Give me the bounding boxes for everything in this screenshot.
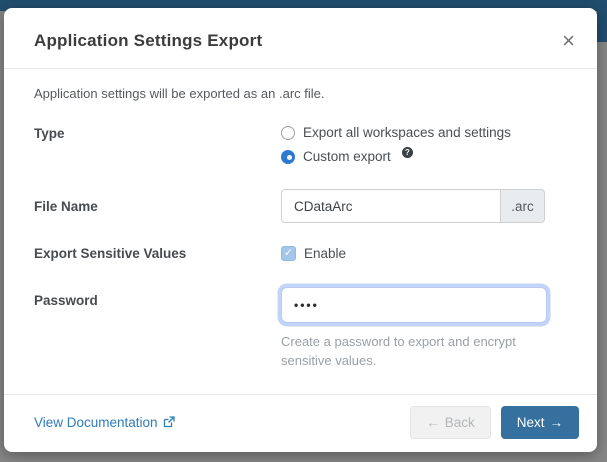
radio-checked-icon[interactable]: [281, 150, 295, 164]
type-radio-group: Export all workspaces and settings Custo…: [281, 125, 511, 164]
modal-title: Application Settings Export: [34, 31, 262, 51]
close-icon[interactable]: ×: [562, 33, 575, 49]
next-button-label: Next: [517, 415, 545, 430]
file-name-input-group: .arc: [281, 189, 545, 223]
radio-custom-export-label[interactable]: Custom export: [303, 149, 391, 164]
file-extension-addon: .arc: [501, 189, 545, 223]
type-label: Type: [34, 125, 281, 141]
enable-checkbox-label[interactable]: Enable: [304, 246, 346, 261]
back-button[interactable]: ← Back: [410, 406, 491, 439]
file-name-input[interactable]: [281, 189, 501, 223]
sensitive-values-row: Export Sensitive Values ✓ Enable: [34, 246, 571, 261]
next-arrow-icon: →: [550, 415, 564, 430]
type-row: Type Export all workspaces and settings …: [34, 125, 571, 164]
sensitive-values-label: Export Sensitive Values: [34, 246, 281, 261]
password-control: Create a password to export and encrypt …: [281, 283, 547, 371]
modal-header: Application Settings Export ×: [4, 8, 597, 69]
radio-export-all[interactable]: Export all workspaces and settings: [281, 125, 511, 140]
view-documentation-label: View Documentation: [34, 415, 158, 430]
back-arrow-icon: ←: [426, 415, 440, 430]
password-input[interactable]: [281, 287, 547, 323]
password-label: Password: [34, 283, 281, 308]
enable-checkbox-line[interactable]: ✓ Enable: [281, 246, 346, 261]
footer-buttons: ← Back Next →: [410, 406, 579, 439]
radio-export-all-label[interactable]: Export all workspaces and settings: [303, 125, 511, 140]
checkbox-checked-icon[interactable]: ✓: [281, 246, 296, 261]
background-navbar-corner: [597, 0, 607, 42]
password-helper-text: Create a password to export and encrypt …: [281, 333, 533, 371]
back-button-label: Back: [445, 415, 475, 430]
file-name-row: File Name .arc: [34, 189, 571, 223]
radio-custom-export[interactable]: Custom export ?: [281, 149, 511, 164]
file-name-label: File Name: [34, 199, 281, 214]
intro-text: Application settings will be exported as…: [34, 86, 571, 101]
application-settings-export-modal: Application Settings Export × Applicatio…: [4, 8, 597, 452]
external-link-icon: [163, 416, 175, 431]
radio-unchecked-icon[interactable]: [281, 126, 295, 140]
help-icon[interactable]: ?: [402, 147, 413, 158]
password-row: Password Create a password to export and…: [34, 283, 571, 371]
modal-footer: View Documentation ← Back Next →: [4, 394, 597, 452]
view-documentation-link[interactable]: View Documentation: [34, 415, 175, 431]
next-button[interactable]: Next →: [501, 406, 579, 439]
modal-body: Application settings will be exported as…: [4, 69, 597, 394]
